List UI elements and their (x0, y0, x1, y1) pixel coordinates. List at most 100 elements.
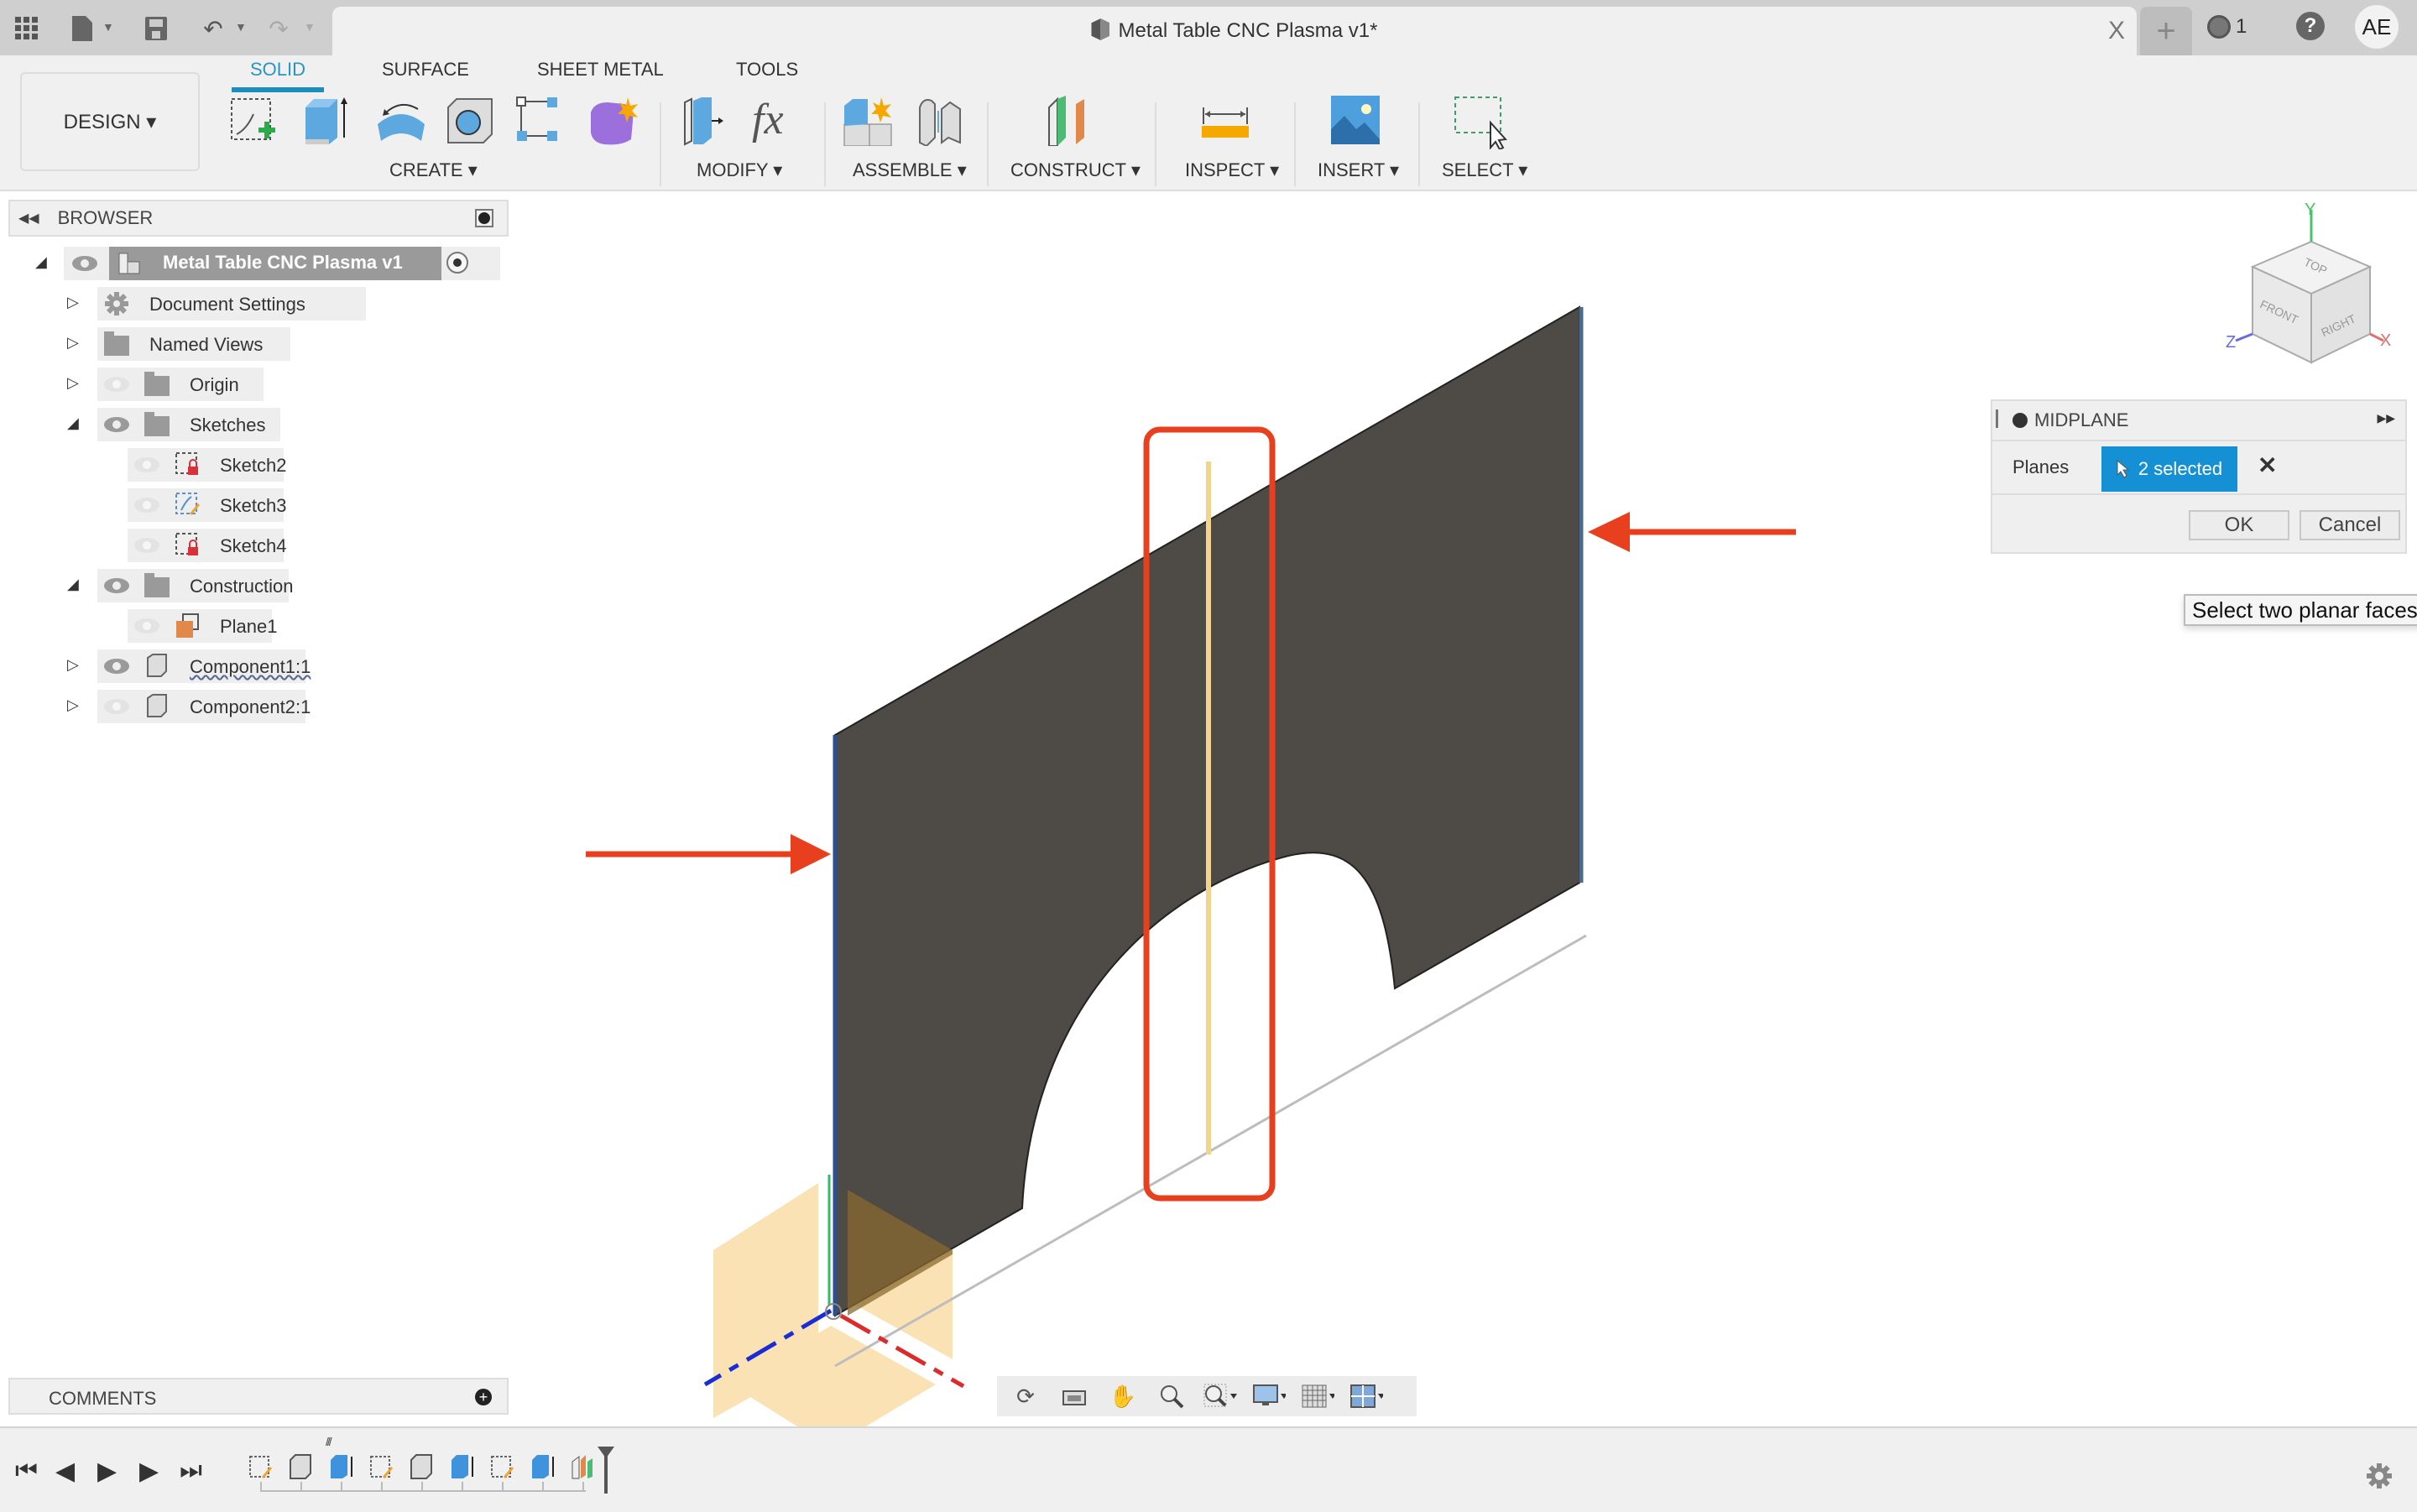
clock-icon (2207, 15, 2231, 39)
select-menu[interactable]: SELECT ▾ (1442, 159, 1527, 181)
app-grid-icon[interactable] (12, 13, 42, 44)
planes-selection-button[interactable]: 2 selected (2101, 446, 2237, 492)
dialog-header[interactable]: MIDPLANE ▶▶ (1992, 401, 2405, 441)
go-to-start-icon[interactable]: ⏮ (15, 1457, 38, 1485)
timeline-extrude-icon[interactable] (450, 1453, 475, 1480)
press-pull-icon[interactable] (681, 96, 732, 146)
extrude-icon[interactable] (300, 96, 351, 146)
document-tab[interactable]: Metal Table CNC Plasma v1* X (332, 7, 2137, 55)
redo-caret-icon[interactable]: ▼ (304, 20, 316, 34)
measure-icon[interactable] (1200, 96, 1250, 146)
tab-solid[interactable]: SOLID (250, 59, 305, 81)
create-form-icon[interactable] (587, 96, 638, 146)
dialog-title: MIDPLANE (2034, 409, 2129, 430)
insert-menu[interactable]: INSERT ▾ (1318, 159, 1399, 181)
tab-sheet-metal[interactable]: SHEET METAL (537, 59, 664, 81)
timeline-track (260, 1490, 586, 1492)
create-sketch-icon[interactable] (228, 96, 279, 146)
planes-field-row: Planes 2 selected ✕ (1992, 441, 2405, 495)
insert-image-icon[interactable] (1331, 96, 1381, 146)
hole-icon[interactable] (445, 96, 495, 146)
viewcube-z-axis (2235, 332, 2253, 342)
document-title: Metal Table CNC Plasma v1* (332, 18, 2137, 43)
view-cube[interactable]: TOP FRONT RIGHT X Y Z (2226, 201, 2391, 364)
viewcube-x-label: X (2380, 331, 2391, 350)
step-forward-icon[interactable]: ▶ (139, 1457, 159, 1486)
annotation-arrow-right-head (1588, 512, 1630, 552)
grid-settings-icon[interactable] (1301, 1383, 1334, 1410)
zoom-window-icon[interactable] (1203, 1383, 1237, 1410)
dialog-collapse-icon[interactable] (2012, 413, 2028, 428)
timeline-body-icon[interactable] (289, 1453, 314, 1480)
pan-hand-icon[interactable]: ✋ (1106, 1383, 1140, 1410)
cancel-button[interactable]: Cancel (2300, 510, 2400, 540)
ribbon-toolbar: DESIGN ▾ SOLID SURFACE SHEET METAL TOOLS… (0, 55, 2417, 191)
assemble-menu[interactable]: ASSEMBLE ▾ (853, 159, 967, 181)
offset-plane-icon[interactable] (1047, 96, 1098, 147)
parameters-fx-icon[interactable]: fx (752, 96, 802, 146)
ok-button[interactable]: OK (2189, 510, 2289, 540)
document-cube-icon (1091, 18, 1110, 40)
annotation-arrow-left-head (791, 834, 831, 874)
timeline-extrude-icon[interactable] (530, 1453, 556, 1480)
step-back-icon[interactable]: ◀ (55, 1457, 75, 1486)
create-menu[interactable]: CREATE ▾ (389, 159, 478, 181)
help-icon[interactable]: ? (2296, 12, 2325, 40)
redo-icon[interactable]: ↷ (264, 13, 294, 44)
toolbar-divider (1294, 102, 1296, 186)
orbit-icon[interactable]: ⟳ (1009, 1383, 1042, 1410)
inspect-menu[interactable]: INSPECT ▾ (1185, 159, 1279, 181)
cursor-arrow-icon (2117, 460, 2130, 478)
expand-dialog-icon[interactable]: ▶▶ (2377, 411, 2395, 425)
viewcube-y-label: Y (2305, 201, 2315, 219)
viewports-icon[interactable] (1349, 1383, 1383, 1410)
display-settings-icon[interactable] (1252, 1383, 1286, 1410)
file-menu-icon[interactable] (67, 13, 97, 44)
look-at-icon[interactable] (1057, 1383, 1091, 1410)
plus-icon: + (2156, 12, 2176, 50)
viewcube-z-label: Z (2226, 333, 2236, 352)
construct-menu[interactable]: CONSTRUCT ▾ (1010, 159, 1141, 181)
timeline-sketch-icon[interactable] (490, 1453, 515, 1480)
new-tab-button[interactable]: + (2140, 7, 2192, 55)
play-icon[interactable]: ▶ (97, 1457, 117, 1486)
timeline-body-icon[interactable] (410, 1453, 435, 1480)
revolve-icon[interactable] (374, 96, 425, 146)
timeline-settings-gear-icon[interactable] (2365, 1462, 2394, 1490)
joint-icon[interactable] (916, 96, 967, 148)
timeline-midplane-icon[interactable] (571, 1453, 596, 1480)
timeline-extrude-icon[interactable] (329, 1453, 354, 1480)
modify-menu[interactable]: MODIFY ▾ (697, 159, 782, 181)
tab-surface[interactable]: SURFACE (382, 59, 469, 81)
3d-viewport[interactable]: TOP FRONT RIGHT X Y Z (0, 191, 2417, 1426)
undo-caret-icon[interactable]: ▼ (235, 20, 247, 34)
undo-icon[interactable]: ↶ (198, 13, 228, 44)
tab-tools[interactable]: TOOLS (736, 59, 798, 81)
timeline-sketch-icon[interactable] (248, 1453, 274, 1480)
workspace-switcher[interactable]: DESIGN ▾ (20, 72, 200, 171)
selection-tooltip: Select two planar faces (2184, 594, 2417, 626)
save-icon[interactable] (141, 13, 171, 44)
navigation-toolbar: ⟳ ✋ (997, 1376, 1417, 1416)
zoom-icon[interactable] (1155, 1383, 1188, 1410)
user-avatar[interactable]: AE (2355, 5, 2399, 49)
close-tab-icon[interactable]: X (2108, 17, 2125, 45)
midplane-dialog: MIDPLANE ▶▶ Planes 2 selected ✕ OK Cance… (1991, 399, 2407, 554)
job-status-button[interactable]: 1 (2207, 12, 2247, 42)
timeline-group-marker: /// (326, 1435, 332, 1448)
file-caret-icon[interactable]: ▼ (102, 20, 114, 34)
toolbar-divider (1155, 102, 1156, 186)
drag-handle[interactable] (1996, 409, 1998, 428)
toolbar-divider (660, 102, 661, 186)
active-tab-indicator (232, 87, 324, 92)
clear-selection-icon[interactable]: ✕ (2258, 451, 2277, 479)
go-to-end-icon[interactable]: ⏭ (180, 1457, 202, 1485)
window-select-icon[interactable] (1454, 96, 1508, 151)
selection-count: 2 selected (2138, 458, 2223, 479)
new-component-icon[interactable] (843, 96, 893, 147)
timeline-sketch-icon[interactable] (369, 1453, 394, 1480)
timeline-marker[interactable] (604, 1455, 608, 1494)
toolbar-divider (987, 102, 989, 186)
pattern-icon[interactable] (515, 96, 566, 146)
timeline-bar: ⏮ ◀ ▶ ▶ ⏭ /// (0, 1426, 2417, 1512)
